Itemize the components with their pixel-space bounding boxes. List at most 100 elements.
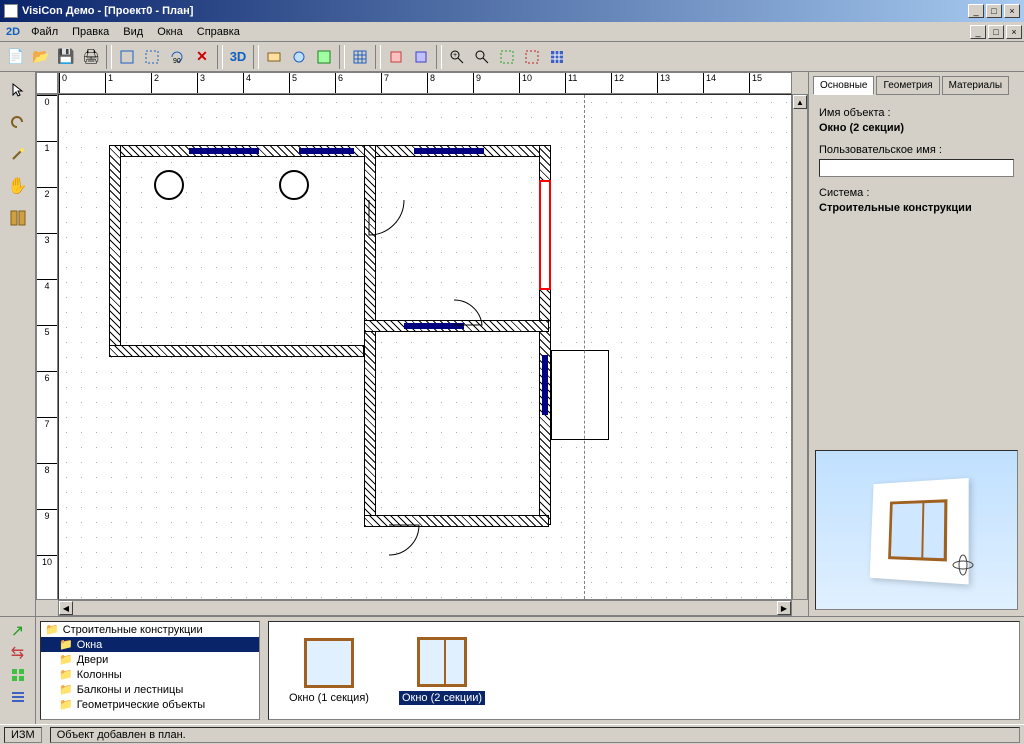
window-top-2[interactable] xyxy=(299,148,354,154)
2d-mode-label[interactable]: 2D xyxy=(2,26,24,38)
svg-text:90: 90 xyxy=(173,58,181,65)
ruler-tick: 2 xyxy=(37,187,57,199)
wall-left[interactable] xyxy=(109,145,121,355)
scrollbar-vertical[interactable]: ▲ xyxy=(792,94,808,600)
window-1-label: Окно (1 секция) xyxy=(289,692,369,704)
properties-panel: Основные Геометрия Материалы Имя объекта… xyxy=(808,72,1024,616)
tool-c1[interactable] xyxy=(262,45,286,69)
tool-d1[interactable] xyxy=(384,45,408,69)
tab-main[interactable]: Основные xyxy=(813,76,874,95)
window-top-1[interactable] xyxy=(189,148,259,154)
menu-edit[interactable]: Правка xyxy=(65,24,116,40)
zoom-fit-button[interactable] xyxy=(495,45,519,69)
grid-button[interactable] xyxy=(348,45,372,69)
door-3[interactable] xyxy=(454,300,504,340)
window-2-label: Окно (2 секции) xyxy=(399,691,485,705)
object-name-value: Окно (2 секции) xyxy=(819,122,1014,134)
lib-tool-1[interactable]: ↗ xyxy=(4,621,32,641)
grid-toggle-button[interactable] xyxy=(545,45,569,69)
window-top-3[interactable] xyxy=(414,148,484,154)
wall-btm-left[interactable] xyxy=(109,345,364,357)
ruler-horizontal[interactable]: 012345678910111213141516 xyxy=(58,72,792,94)
statusbar: ИЗМ Объект добавлен в план. xyxy=(0,724,1024,744)
new-button[interactable]: 📄 xyxy=(4,45,28,69)
menu-file[interactable]: Файл xyxy=(24,24,65,40)
close-button[interactable]: × xyxy=(1004,4,1020,18)
menu-windows[interactable]: Окна xyxy=(150,24,190,40)
ruler-tick: 4 xyxy=(37,279,57,291)
zoom-sel-button[interactable] xyxy=(520,45,544,69)
tab-materials[interactable]: Материалы xyxy=(942,76,1010,95)
zoom-out-button[interactable] xyxy=(470,45,494,69)
tree-item[interactable]: 📁Колонны xyxy=(41,667,259,682)
spacer xyxy=(792,72,808,94)
ruler-corner xyxy=(36,72,58,94)
minimize-button[interactable]: _ xyxy=(968,4,984,18)
object-circle-1[interactable] xyxy=(154,170,184,200)
library-item-window-1[interactable]: Окно (1 секция) xyxy=(289,638,369,704)
balcony[interactable] xyxy=(551,350,609,440)
tree-item[interactable]: 📁Двери xyxy=(41,652,259,667)
zoom-in-button[interactable]: + xyxy=(445,45,469,69)
ruler-tick: 8 xyxy=(37,463,57,475)
selected-window[interactable] xyxy=(539,180,551,290)
tree-item[interactable]: 📁Геометрические объекты xyxy=(41,697,259,712)
tree-item[interactable]: 📁Окна xyxy=(41,637,259,652)
tool-a[interactable] xyxy=(115,45,139,69)
ruler-tick: 9 xyxy=(473,73,481,93)
ruler-tick: 5 xyxy=(37,325,57,337)
menu-help[interactable]: Справка xyxy=(190,24,247,40)
main-toolbar: 📄 📂 💾 🖨 90 ✕ 3D + xyxy=(0,42,1024,72)
open-button[interactable]: 📂 xyxy=(29,45,53,69)
undo-tool[interactable] xyxy=(4,108,32,136)
library-tree[interactable]: 📁Строительные конструкции 📁Окна📁Двери📁Ко… xyxy=(40,621,260,720)
tool-b[interactable] xyxy=(140,45,164,69)
library-items[interactable]: Окно (1 секция) Окно (2 секции) xyxy=(268,621,1020,720)
wand-tool[interactable] xyxy=(4,140,32,168)
ruler-tick: 10 xyxy=(37,555,57,567)
mdi-maximize-button[interactable]: □ xyxy=(988,25,1004,39)
door-2[interactable] xyxy=(389,520,439,570)
ruler-tick: 7 xyxy=(381,73,389,93)
user-name-input[interactable] xyxy=(819,159,1014,177)
tool-c2[interactable] xyxy=(287,45,311,69)
lib-tool-4[interactable] xyxy=(4,687,32,707)
pan-tool[interactable]: ✋ xyxy=(4,172,32,200)
mdi-minimize-button[interactable]: _ xyxy=(970,25,986,39)
tree-item[interactable]: 📁Балконы и лестницы xyxy=(41,682,259,697)
tool-c3[interactable] xyxy=(312,45,336,69)
print-button[interactable]: 🖨 xyxy=(79,45,103,69)
tree-root[interactable]: 📁Строительные конструкции xyxy=(41,622,259,637)
save-button[interactable]: 💾 xyxy=(54,45,78,69)
window-right[interactable] xyxy=(542,355,548,415)
object-circle-2[interactable] xyxy=(279,170,309,200)
ruler-tick: 9 xyxy=(37,509,57,521)
mdi-close-button[interactable]: × xyxy=(1006,25,1022,39)
ruler-tick: 4 xyxy=(243,73,251,93)
scroll-left-button[interactable]: ◀ xyxy=(59,601,73,615)
scrollbar-horizontal[interactable]: ◀ ▶ xyxy=(58,600,792,616)
door-1[interactable] xyxy=(359,200,409,250)
lib-tool-3[interactable] xyxy=(4,665,32,685)
menu-view[interactable]: Вид xyxy=(116,24,150,40)
ruler-tick: 0 xyxy=(59,73,67,93)
lib-tool-2[interactable]: ⇆ xyxy=(4,643,32,663)
3d-button[interactable]: 3D xyxy=(226,45,250,69)
object-name-label: Имя объекта : xyxy=(819,107,1014,119)
preview-3d[interactable] xyxy=(815,450,1018,610)
ruler-vertical[interactable]: 012345678910 xyxy=(36,94,58,600)
scroll-up-button[interactable]: ▲ xyxy=(793,95,807,109)
maximize-button[interactable]: □ xyxy=(986,4,1002,18)
door-tool[interactable] xyxy=(4,204,32,232)
tool-rotate[interactable]: 90 xyxy=(165,45,189,69)
tool-d2[interactable] xyxy=(409,45,433,69)
guide-vertical xyxy=(584,95,585,599)
select-tool[interactable] xyxy=(4,76,32,104)
canvas[interactable] xyxy=(58,94,792,600)
title-text: VisiCon Демо - [Проект0 - План] xyxy=(22,5,193,17)
delete-button[interactable]: ✕ xyxy=(190,45,214,69)
status-mode: ИЗМ xyxy=(4,727,42,743)
library-item-window-2[interactable]: Окно (2 секции) xyxy=(399,637,485,705)
tab-geometry[interactable]: Геометрия xyxy=(876,76,939,95)
scroll-right-button[interactable]: ▶ xyxy=(777,601,791,615)
